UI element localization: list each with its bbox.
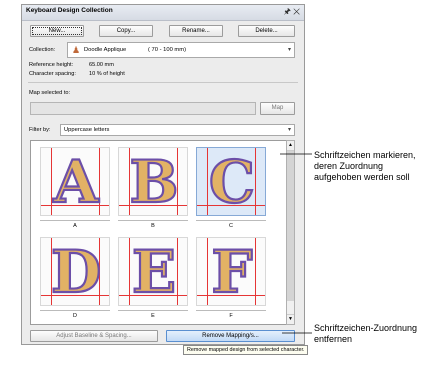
callout-mark-characters: Schriftzeichen markieren, deren Zuordnun… bbox=[314, 150, 416, 182]
callout-remove-mapping: Schriftzeichen-Zuordnung entfernen bbox=[314, 323, 418, 344]
callout-lines bbox=[280, 153, 312, 334]
